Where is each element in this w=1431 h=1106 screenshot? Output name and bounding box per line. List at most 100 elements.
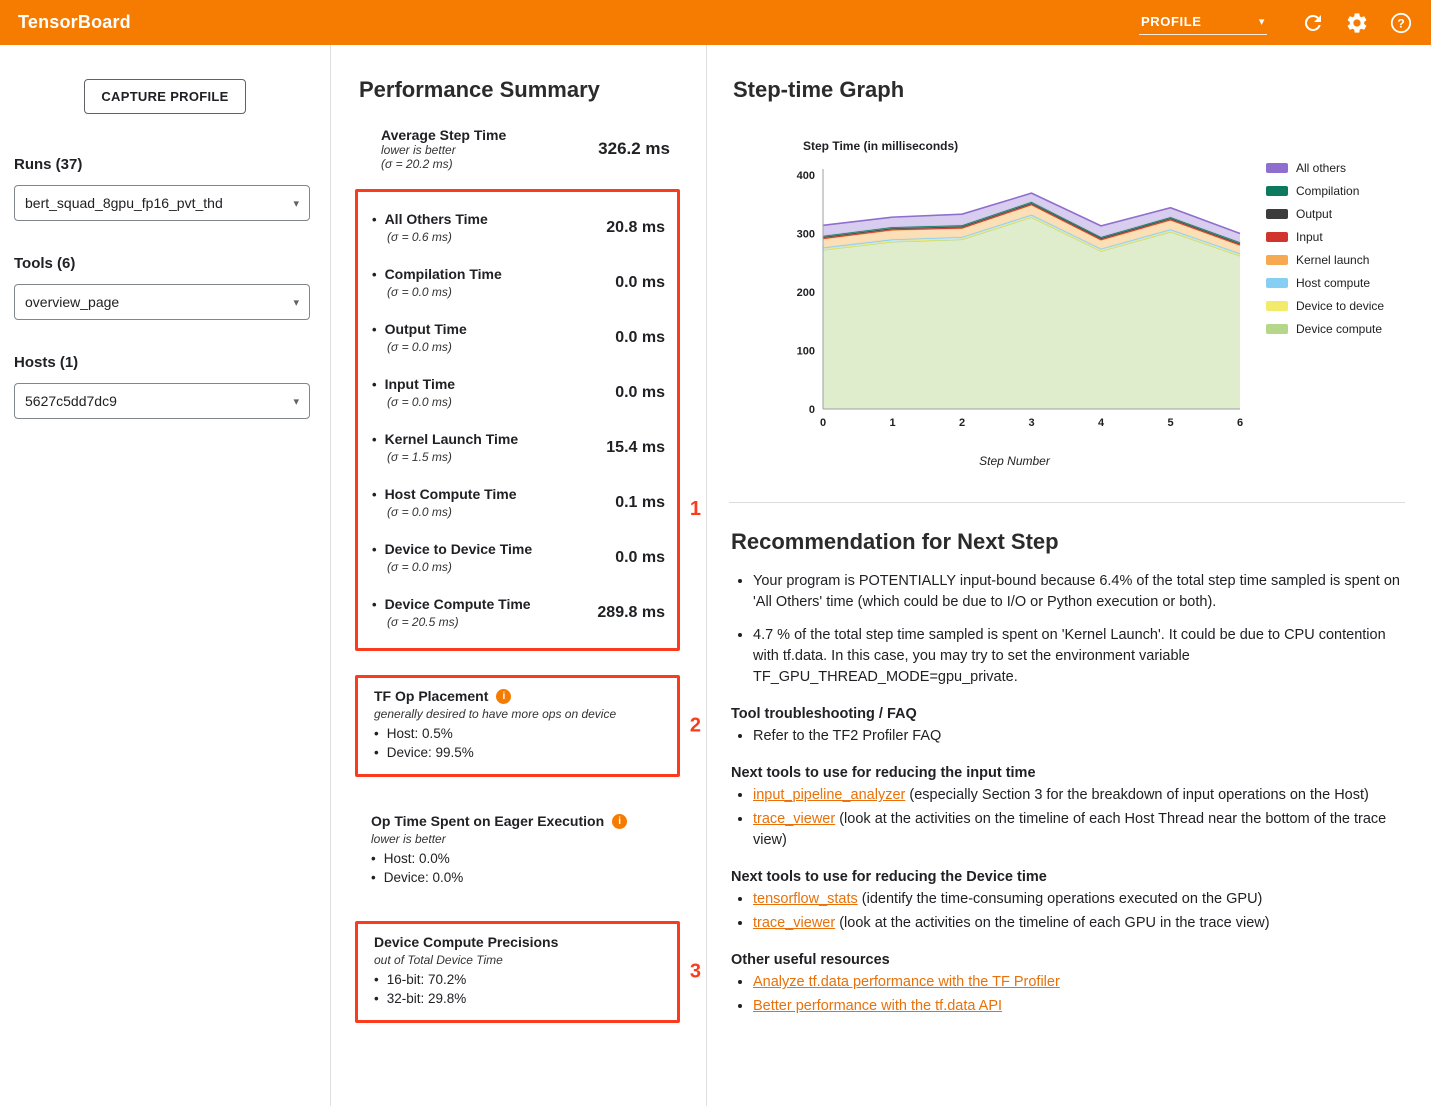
x-tick-label: 3 [1028,417,1034,429]
metric-sigma: (σ = 0.0 ms) [387,505,517,519]
stat-item: 16-bit: 70.2% [374,970,665,989]
stacked-area-chart[interactable]: 01002003004000123456 [777,163,1252,435]
metric-row: •Host Compute Time (σ = 0.0 ms) 0.1 ms [366,475,667,530]
metric-value: 0.0 ms [615,274,665,292]
rec-link[interactable]: Analyze tf.data performance with the TF … [753,974,1060,990]
legend-label: Device compute [1296,322,1382,336]
right-panel: Step-time Graph Step Time (in millisecon… [707,45,1431,1106]
recommendation-title: Recommendation for Next Step [731,529,1405,555]
y-tick-label: 400 [797,170,815,182]
rec-item: Better performance with the tf.data API [753,996,1405,1017]
x-tick-label: 6 [1237,417,1243,429]
y-tick-label: 0 [809,404,815,416]
annotation-box-2: TF Op Placement i generally desired to h… [355,675,680,777]
metric-row: •Kernel Launch Time (σ = 1.5 ms) 15.4 ms [366,420,667,475]
metric-row: •Device Compute Time (σ = 20.5 ms) 289.8… [366,585,667,640]
bullet: • [372,432,377,447]
hosts-select-value: 5627c5dd7dc9 [25,393,117,409]
app-header: TensorBoard PROFILE ▾ ? [0,0,1431,45]
info-icon[interactable]: i [496,689,511,704]
rec-link[interactable]: input_pipeline_analyzer [753,787,905,803]
rec-subheading: Tool troubleshooting / FAQ [731,706,1405,722]
chevron-down-icon: ▾ [293,296,299,309]
legend-label: All others [1296,161,1346,175]
metric-value: 289.8 ms [597,604,665,622]
metric-sigma: (σ = 0.0 ms) [387,285,502,299]
rec-link[interactable]: trace_viewer [753,811,835,827]
area-device-compute [823,217,1240,409]
y-tick-label: 200 [797,287,815,299]
hosts-select[interactable]: 5627c5dd7dc9 ▾ [14,383,310,419]
info-icon[interactable]: i [612,814,627,829]
rec-item: tensorflow_stats (identify the time-cons… [753,889,1405,910]
x-tick-label: 1 [889,417,895,429]
bullet: • [372,322,377,337]
chart-x-axis-label: Step Number [777,454,1252,468]
runs-label: Runs (37) [14,156,330,173]
chevron-down-icon: ▾ [1259,15,1265,28]
recommendation-section: Recommendation for Next Step Your progra… [729,503,1405,1017]
legend-item: Device compute [1266,322,1384,336]
metric-label: Average Step Time [381,127,506,143]
x-tick-label: 0 [820,417,826,429]
rec-link[interactable]: Better performance with the tf.data API [753,998,1002,1014]
tf-op-placement-section: TF Op Placement i generally desired to h… [366,686,667,766]
metric-sigma: (σ = 0.0 ms) [387,560,532,574]
bullet: • [372,267,377,282]
step-time-chart: Step Time (in milliseconds) 010020030040… [777,139,1405,468]
hosts-label: Hosts (1) [14,354,330,371]
legend-label: Compilation [1296,184,1359,198]
settings-icon[interactable] [1345,11,1369,35]
metric-row: •Input Time (σ = 0.0 ms) 0.0 ms [366,365,667,420]
annotation-number-3: 3 [690,961,701,984]
rec-subheading: Other useful resources [731,952,1405,968]
metric-value: 326.2 ms [598,139,670,159]
section-title: Op Time Spent on Eager Execution [371,813,604,829]
rec-link[interactable]: tensorflow_stats [753,891,858,907]
legend-swatch [1266,209,1288,219]
section-subtitle: out of Total Device Time [374,953,665,967]
chevron-down-icon: ▾ [293,197,299,210]
metric-sigma: (σ = 0.0 ms) [387,340,467,354]
performance-summary-panel: Performance Summary Average Step Time lo… [330,45,707,1106]
legend-item: Host compute [1266,276,1384,290]
rec-item: trace_viewer (look at the activities on … [753,913,1405,934]
performance-summary-title: Performance Summary [359,77,680,103]
runs-select[interactable]: bert_squad_8gpu_fp16_pvt_thd ▾ [14,185,310,221]
svg-text:?: ? [1397,16,1404,30]
metric-sigma: (σ = 20.2 ms) [381,157,506,171]
eager-execution-section: Op Time Spent on Eager Execution i lower… [363,811,680,891]
chart-legend: All others Compilation Output Input Kernel l… [1266,161,1384,345]
x-tick-label: 4 [1098,417,1105,429]
tools-select-value: overview_page [25,294,119,310]
section-title: TF Op Placement [374,688,488,704]
chart-title: Step Time (in milliseconds) [803,139,1252,153]
capture-profile-button[interactable]: CAPTURE PROFILE [84,79,245,114]
reload-icon[interactable] [1301,11,1325,35]
tools-select[interactable]: overview_page ▾ [14,284,310,320]
legend-label: Kernel launch [1296,253,1369,267]
legend-label: Output [1296,207,1332,221]
stat-item: Device: 0.0% [371,868,678,887]
annotation-number-2: 2 [690,715,701,738]
section-subtitle: generally desired to have more ops on de… [374,707,665,721]
recommendation-bullet: Your program is POTENTIALLY input-bound … [753,571,1405,613]
metric-label: All Others Time [385,211,488,227]
legend-swatch [1266,324,1288,334]
x-tick-label: 5 [1167,417,1173,429]
help-icon[interactable]: ? [1389,11,1413,35]
legend-label: Input [1296,230,1323,244]
metric-label: Output Time [385,321,467,337]
app: TensorBoard PROFILE ▾ ? CAPTURE PROFILE … [0,0,1431,1106]
metric-value: 0.0 ms [615,329,665,347]
metric-value: 20.8 ms [606,219,665,237]
bullet: • [372,542,377,557]
rec-link[interactable]: trace_viewer [753,915,835,931]
device-precisions-section: Device Compute Precisions out of Total D… [366,932,667,1012]
legend-label: Device to device [1296,299,1384,313]
metric-value: 15.4 ms [606,439,665,457]
dashboard-select[interactable]: PROFILE ▾ [1139,11,1267,35]
legend-swatch [1266,163,1288,173]
rec-item: Analyze tf.data performance with the TF … [753,972,1405,993]
metric-row: •All Others Time (σ = 0.6 ms) 20.8 ms [366,200,667,255]
